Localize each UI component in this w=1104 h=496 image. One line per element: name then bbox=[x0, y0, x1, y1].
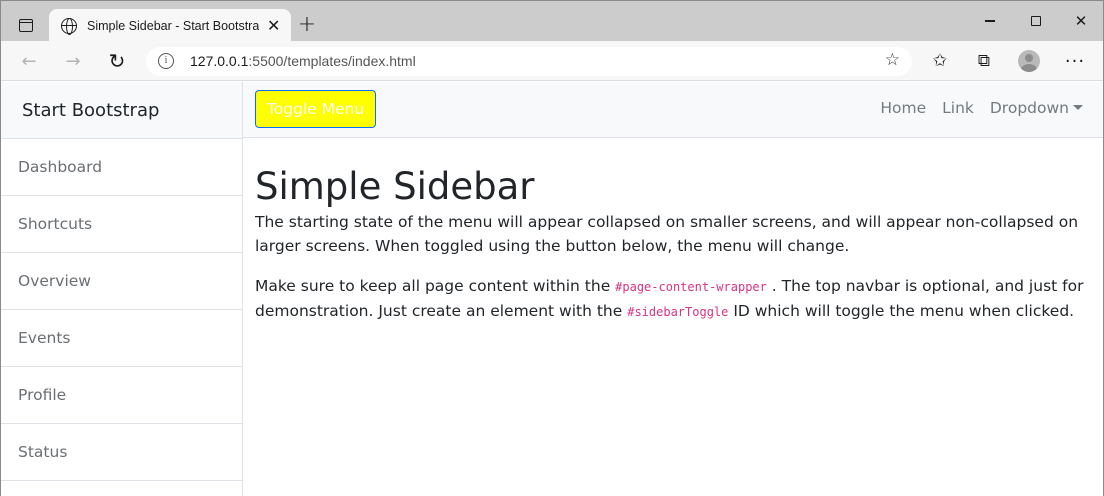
more-icon[interactable]: ··· bbox=[1063, 49, 1087, 73]
sidebar-item-shortcuts[interactable]: Shortcuts bbox=[1, 196, 242, 253]
url-host: 127.0.0.1 bbox=[190, 53, 249, 69]
usage-text-3: ID which will toggle the menu when click… bbox=[728, 302, 1075, 321]
reload-icon[interactable]: ↻ bbox=[103, 47, 131, 75]
browser-tab[interactable]: Simple Sidebar - Start Bootstrap ✕ bbox=[49, 9, 291, 42]
sidebar-item-status[interactable]: Status bbox=[1, 424, 242, 481]
code-page-content-wrapper: #page-content-wrapper bbox=[615, 280, 767, 295]
profile-icon[interactable] bbox=[1017, 49, 1041, 73]
usage-paragraph: Make sure to keep all page content withi… bbox=[255, 274, 1091, 324]
intro-paragraph: The starting state of the menu will appe… bbox=[255, 213, 1079, 256]
title-bar: Simple Sidebar - Start Bootstrap ✕ + ✕ bbox=[1, 1, 1104, 42]
collections-icon[interactable]: ⧉ bbox=[972, 49, 996, 73]
sidebar-item-dashboard[interactable]: Dashboard bbox=[1, 139, 242, 196]
browser-toolbar: ← → ↻ i 127.0.0.1:5500/templates/index.h… bbox=[1, 41, 1103, 81]
url-path: :5500/templates/index.html bbox=[248, 53, 416, 69]
tab-close-icon[interactable]: ✕ bbox=[267, 17, 280, 34]
address-bar[interactable]: i 127.0.0.1:5500/templates/index.html ☆ bbox=[146, 47, 912, 76]
back-arrow-icon[interactable]: ← bbox=[15, 47, 43, 75]
sidebar: Start Bootstrap Dashboard Shortcuts Over… bbox=[1, 82, 243, 496]
page-content-wrapper: Toggle Menu Home Link Dropdown Simple Si… bbox=[243, 82, 1103, 496]
top-navbar: Toggle Menu Home Link Dropdown bbox=[243, 82, 1103, 138]
code-sidebar-toggle: #sidebarToggle bbox=[627, 305, 729, 320]
favorites-icon[interactable]: ✩ bbox=[928, 49, 952, 73]
usage-text-1: Make sure to keep all page content withi… bbox=[255, 277, 616, 296]
globe-icon bbox=[61, 17, 77, 35]
maximize-icon[interactable] bbox=[1013, 1, 1059, 41]
main-content: Simple Sidebar The starting state of the… bbox=[243, 138, 1103, 324]
minimize-icon[interactable] bbox=[967, 1, 1013, 41]
tab-title: Simple Sidebar - Start Bootstrap bbox=[87, 18, 259, 33]
close-icon[interactable]: ✕ bbox=[1058, 1, 1104, 41]
nav-dropdown[interactable]: Dropdown bbox=[990, 99, 1083, 117]
info-icon[interactable]: i bbox=[158, 53, 174, 69]
caret-down-icon bbox=[1073, 105, 1083, 110]
page-title: Simple Sidebar bbox=[255, 165, 535, 208]
page-viewport: Start Bootstrap Dashboard Shortcuts Over… bbox=[1, 82, 1103, 496]
navbar-links: Home Link Dropdown bbox=[864, 99, 1083, 117]
add-favorite-icon[interactable]: ☆ bbox=[885, 50, 900, 70]
forward-arrow-icon[interactable]: → bbox=[59, 47, 87, 75]
sidebar-brand: Start Bootstrap bbox=[1, 82, 242, 139]
sidebar-item-overview[interactable]: Overview bbox=[1, 253, 242, 310]
nav-dropdown-label: Dropdown bbox=[989, 99, 1069, 117]
sidebar-item-profile[interactable]: Profile bbox=[1, 367, 242, 424]
nav-link-link[interactable]: Link bbox=[942, 99, 974, 117]
nav-link-home[interactable]: Home bbox=[880, 99, 926, 117]
url-text[interactable]: 127.0.0.1:5500/templates/index.html bbox=[190, 53, 416, 69]
browser-window: Simple Sidebar - Start Bootstrap ✕ + ✕ ←… bbox=[0, 0, 1104, 496]
new-tab-icon[interactable]: + bbox=[294, 13, 320, 39]
sidebar-item-events[interactable]: Events bbox=[1, 310, 242, 367]
tab-actions-icon[interactable] bbox=[9, 10, 43, 40]
toggle-menu-button[interactable]: Toggle Menu bbox=[255, 90, 376, 128]
